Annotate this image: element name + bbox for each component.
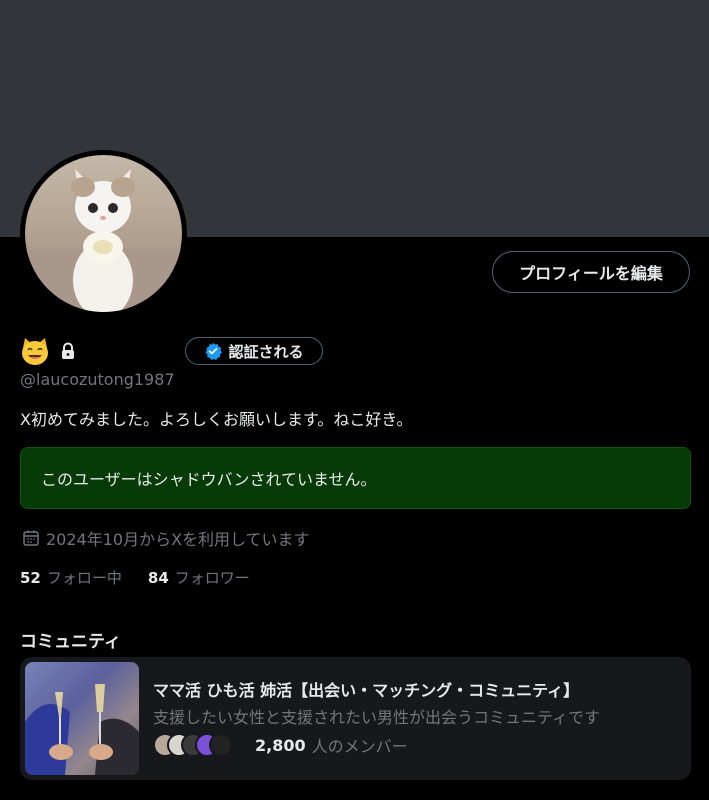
user-handle: @laucozutong1987 bbox=[20, 370, 175, 389]
join-date: 2024年10月からXを利用しています bbox=[22, 526, 310, 550]
followers-count: 84 bbox=[147, 569, 169, 587]
member-label: 人のメンバー bbox=[311, 737, 408, 756]
community-thumbnail bbox=[25, 662, 139, 775]
followers-link[interactable]: 84 フォロワー bbox=[148, 567, 250, 588]
edit-profile-button[interactable]: プロフィールを編集 bbox=[492, 251, 690, 293]
profile-bio: X初めてみました。よろしくお願いします。ねこ好き。 bbox=[20, 410, 413, 429]
avatar-image bbox=[25, 155, 182, 312]
community-card[interactable]: ママ活 ひも活 姉活【出会い・マッチング・コミュニティ】 支援したい女性と支援さ… bbox=[20, 657, 691, 780]
communities-heading: コミュニティ bbox=[20, 632, 121, 652]
community-title: ママ活 ひも活 姉活【出会い・マッチング・コミュニティ】 bbox=[153, 681, 580, 700]
verified-badge-icon bbox=[205, 342, 223, 360]
get-verified-button[interactable]: 認証される bbox=[185, 337, 323, 365]
member-count: 2,800 bbox=[255, 735, 306, 755]
join-date-text: 2024年10月からXを利用しています bbox=[46, 530, 310, 549]
following-label: フォロー中 bbox=[46, 569, 122, 587]
community-description: 支援したい女性と支援されたい男性が出会うコミュニティです bbox=[153, 708, 601, 727]
calendar-icon bbox=[23, 530, 39, 546]
shadowban-status-notice: このユーザーはシャドウバンされていません。 bbox=[20, 447, 691, 509]
smiling-cat-face-emoji-icon bbox=[22, 338, 48, 365]
avatar[interactable] bbox=[20, 150, 187, 317]
shadowban-status-text: このユーザーはシャドウバンされていません。 bbox=[41, 470, 377, 489]
get-verified-label: 認証される bbox=[228, 342, 304, 361]
community-members: 2,800 人のメンバー bbox=[153, 733, 408, 757]
following-link[interactable]: 52 フォロー中 bbox=[20, 567, 122, 588]
display-name bbox=[20, 335, 76, 367]
followers-label: フォロワー bbox=[174, 569, 250, 587]
member-avatar bbox=[209, 733, 233, 757]
follow-stats: 52 フォロー中 84 フォロワー bbox=[20, 567, 250, 588]
lock-icon bbox=[62, 342, 74, 359]
following-count: 52 bbox=[20, 569, 41, 587]
